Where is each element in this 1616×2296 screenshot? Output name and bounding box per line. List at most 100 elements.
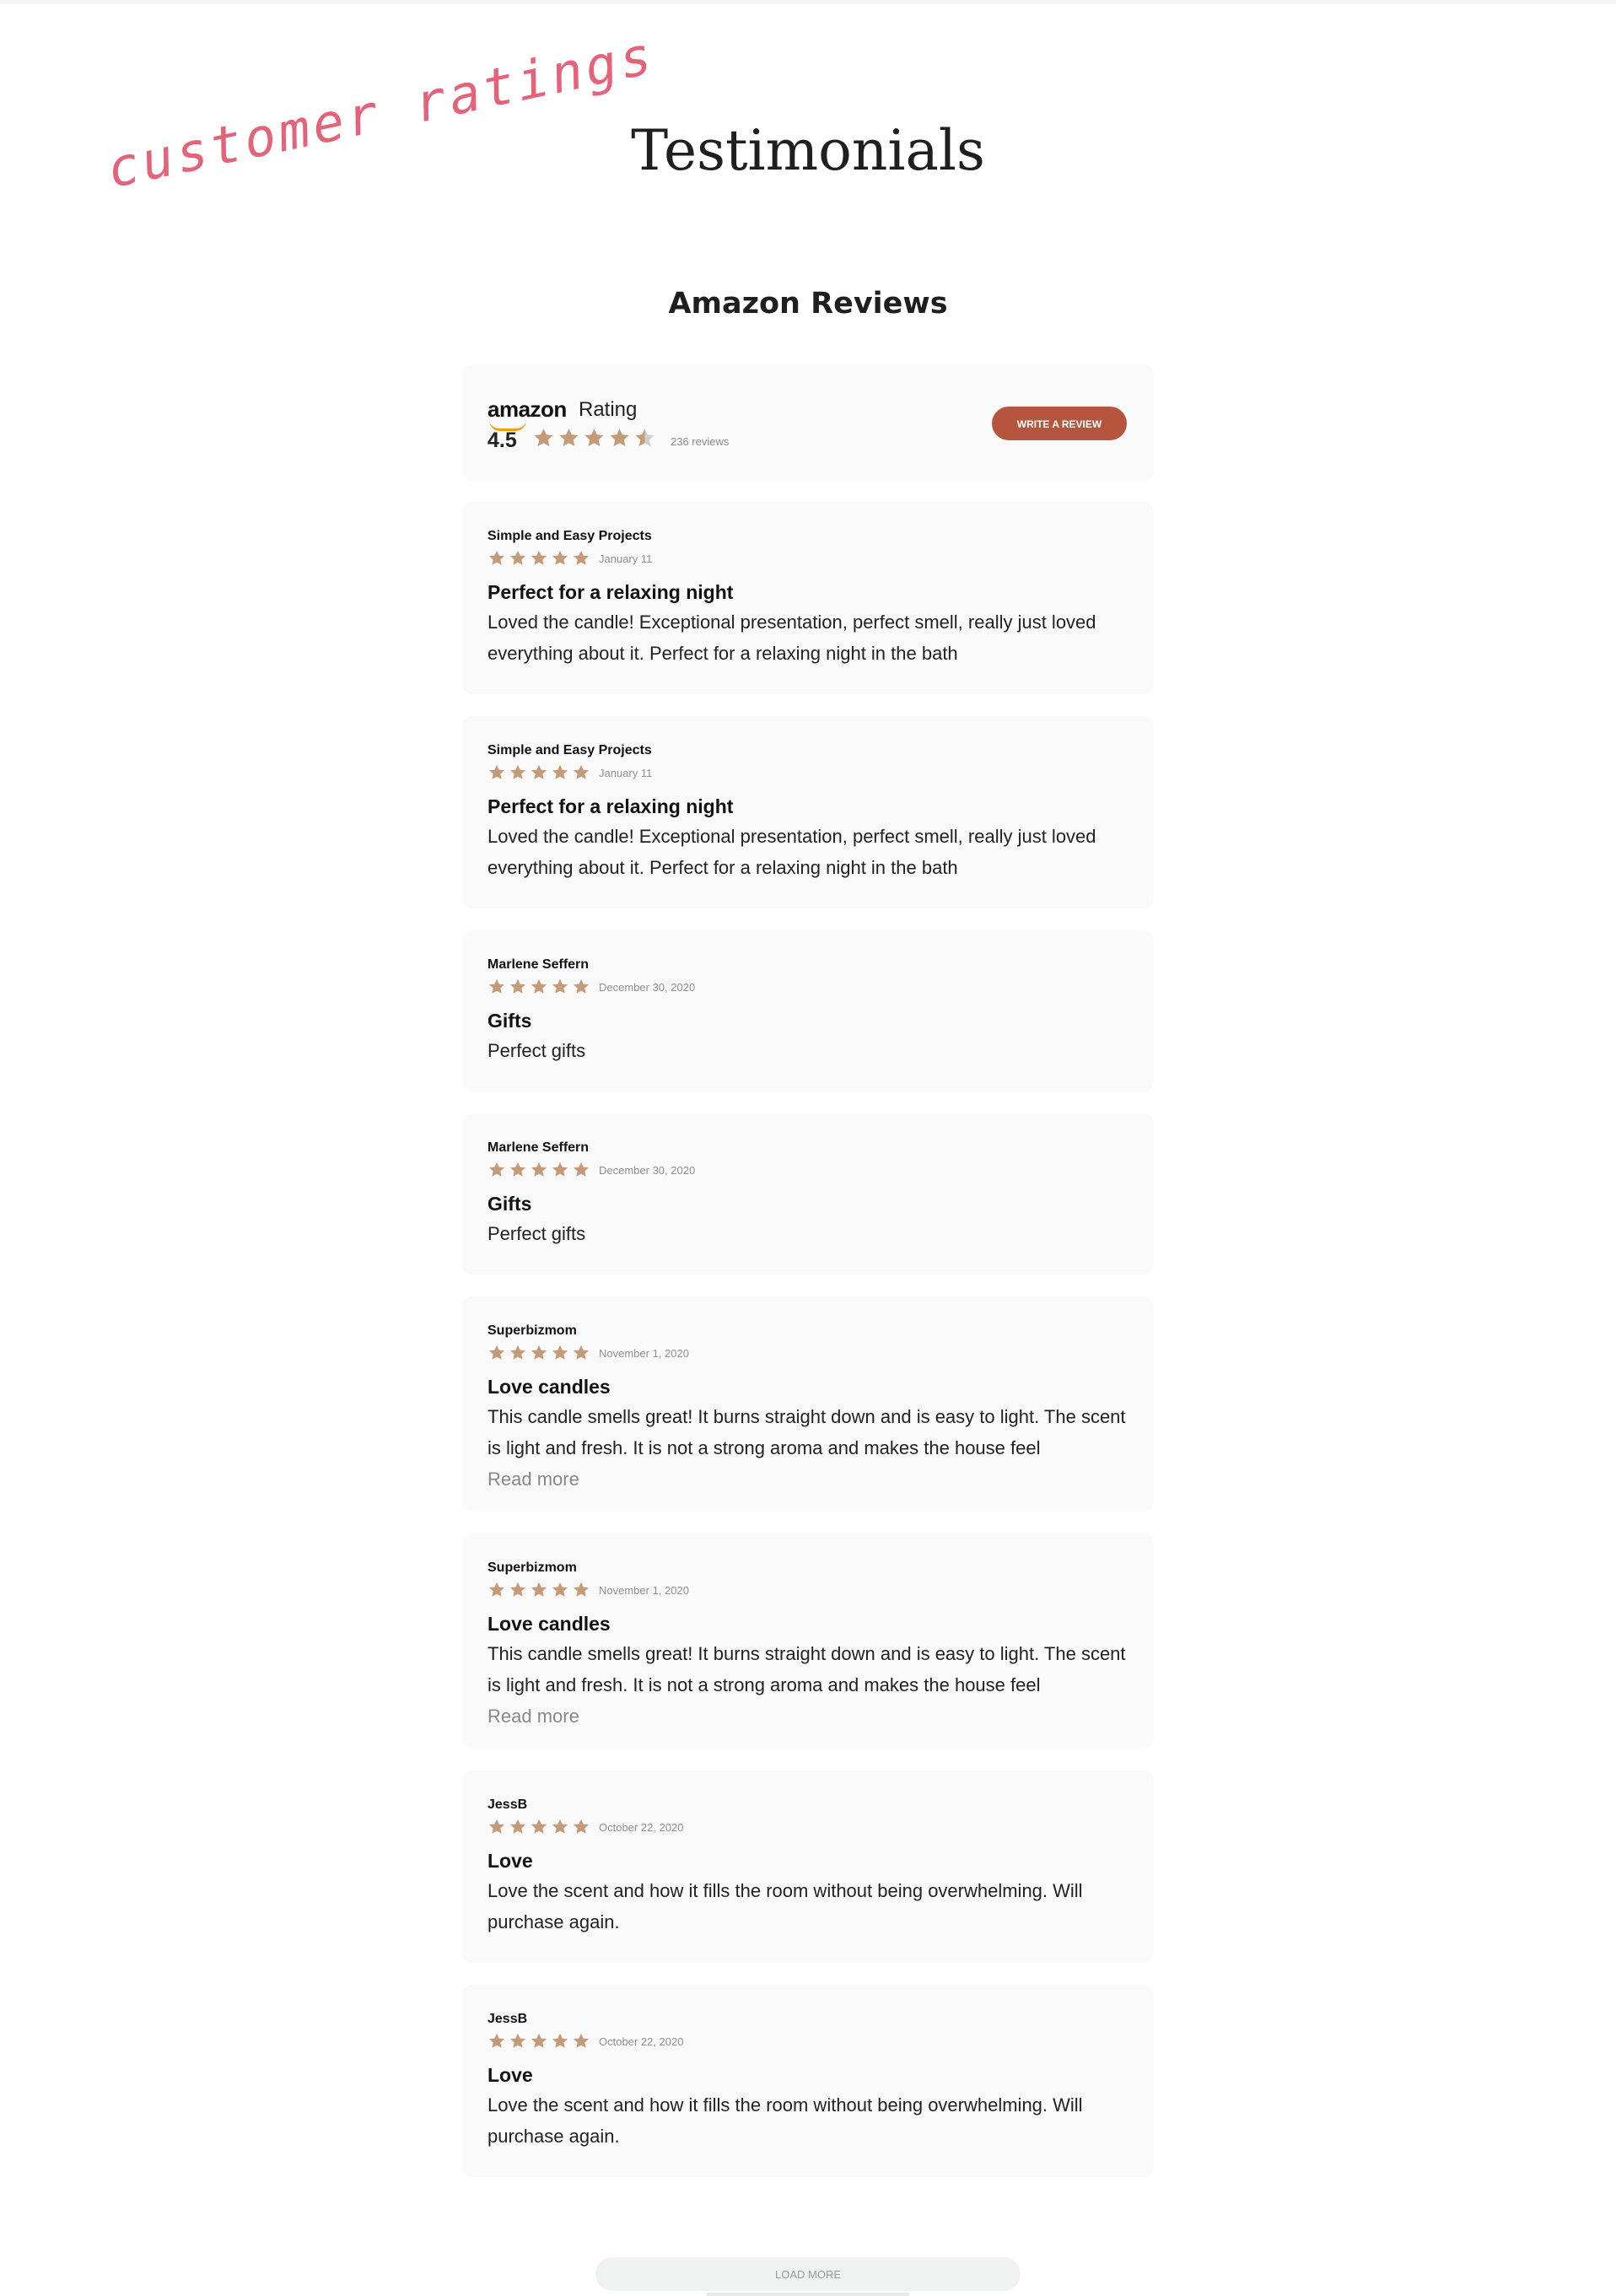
star-icon [531,550,547,565]
star-icon [531,2033,547,2048]
review-date: December 30, 2020 [599,980,696,994]
review-stars [487,978,590,996]
star-icon [510,764,525,779]
review-card: JessB October 22, 2020 Love Love the scent … [462,1985,1154,2177]
star-icon [489,978,504,994]
star-icon [574,550,589,565]
rating-label: Rating [579,398,638,421]
review-body: Love the scent and how it fills the room… [487,1880,1083,1932]
review-author: Superbizmom [487,1323,577,1338]
bottom-tab [707,2293,909,2296]
star-icon [510,1582,525,1597]
amazon-logo: amazon [487,396,567,431]
review-author: Marlene Seffern [487,957,590,972]
star-icon [510,978,525,994]
star-icon [510,1161,525,1177]
reviews-widget: amazon Rating 4.5 236 reviews Write a re… [462,364,1154,2199]
review-card: Simple and Easy Projects January 11 Perfec… [462,502,1154,694]
average-stars [532,427,656,450]
star-icon [510,1345,525,1360]
review-title: Love candles [487,1613,611,1635]
review-body: This candle smells great! It burns strai… [487,1406,1126,1458]
review-date: January 11 [599,766,653,779]
review-stars [487,1581,590,1599]
star-icon [574,2033,589,2048]
star-icon [610,428,629,447]
read-more-link[interactable]: Read more [487,1700,579,1732]
star-icon [574,1582,589,1597]
review-meta: January 11 [487,546,1129,571]
star-icon [531,1582,547,1597]
star-icon [574,1819,589,1834]
review-stars [487,1344,590,1362]
review-date: October 22, 2020 [599,1820,684,1834]
star-icon [531,978,547,994]
star-icon [489,2033,504,2048]
review-card: Superbizmom November 1, 2020 Love candles T… [462,1533,1154,1749]
review-author: Marlene Seffern [487,1140,590,1155]
review-author: JessB [487,1797,528,1812]
star-icon [510,550,525,565]
section-title: Amazon Reviews [668,287,948,321]
review-date: January 11 [599,552,653,565]
review-author: JessB [487,2012,528,2026]
star-icon [489,550,504,565]
average-rating: 4.5 [487,428,517,452]
load-more-button[interactable]: Load more [595,2257,1021,2291]
review-body: Loved the candle! Exceptional presentati… [487,612,1096,664]
star-icon [552,764,568,779]
star-icon [552,2033,568,2048]
star-icon [574,978,589,994]
review-title: Perfect for a relaxing night [487,581,734,603]
star-icon [574,764,589,779]
review-meta: November 1, 2020 [487,1577,1129,1603]
review-stars [487,549,590,568]
review-stars [487,1161,590,1179]
review-author: Simple and Easy Projects [487,529,652,543]
review-stars [487,1818,590,1836]
read-more-link[interactable]: Read more [487,1463,579,1495]
review-title: Gifts [487,1010,532,1032]
star-icon [489,764,504,779]
review-stars [487,763,590,782]
star-icon [510,2033,525,2048]
review-body: Love the scent and how it fills the room… [487,2094,1083,2147]
review-body: Perfect gifts [487,1040,586,1061]
review-meta: October 22, 2020 [487,2029,1129,2054]
review-title: Perfect for a relaxing night [487,795,734,817]
star-icon [552,550,568,565]
star-icon [534,428,553,447]
star-icon [489,1161,504,1177]
star-icon [531,764,547,779]
review-date: November 1, 2020 [599,1346,689,1360]
page: customer ratings Testimonials Amazon Rev… [0,0,1616,2296]
review-stars [487,2032,590,2051]
write-review-button[interactable]: Write a review [992,407,1127,440]
star-icon [552,978,568,994]
review-body: Loved the candle! Exceptional presentati… [487,826,1096,878]
star-icon [559,428,579,447]
review-meta: January 11 [487,760,1129,785]
star-icon [489,1582,504,1597]
review-card: Marlene Seffern December 30, 2020 Gifts Per… [462,930,1154,1091]
page-title: Testimonials [631,118,985,183]
review-card: JessB October 22, 2020 Love Love the scent … [462,1771,1154,1963]
review-meta: December 30, 2020 [487,1157,1129,1183]
review-date: November 1, 2020 [599,1583,689,1597]
review-card: Marlene Seffern December 30, 2020 Gifts Per… [462,1113,1154,1275]
review-title: Love [487,1850,533,1872]
review-body: This candle smells great! It burns strai… [487,1643,1126,1695]
review-title: Gifts [487,1193,532,1215]
review-body: Perfect gifts [487,1223,586,1244]
review-list: Simple and Easy Projects January 11 Perfec… [462,502,1154,2177]
review-date: December 30, 2020 [599,1163,696,1177]
review-meta: October 22, 2020 [487,1814,1129,1840]
star-icon [510,1819,525,1834]
star-icon [552,1161,568,1177]
star-icon [531,1819,547,1834]
star-icon [574,1345,589,1360]
star-icon [489,1345,504,1360]
amazon-wordmark: amazon [487,396,567,422]
star-icon [531,1161,547,1177]
star-icon [552,1345,568,1360]
